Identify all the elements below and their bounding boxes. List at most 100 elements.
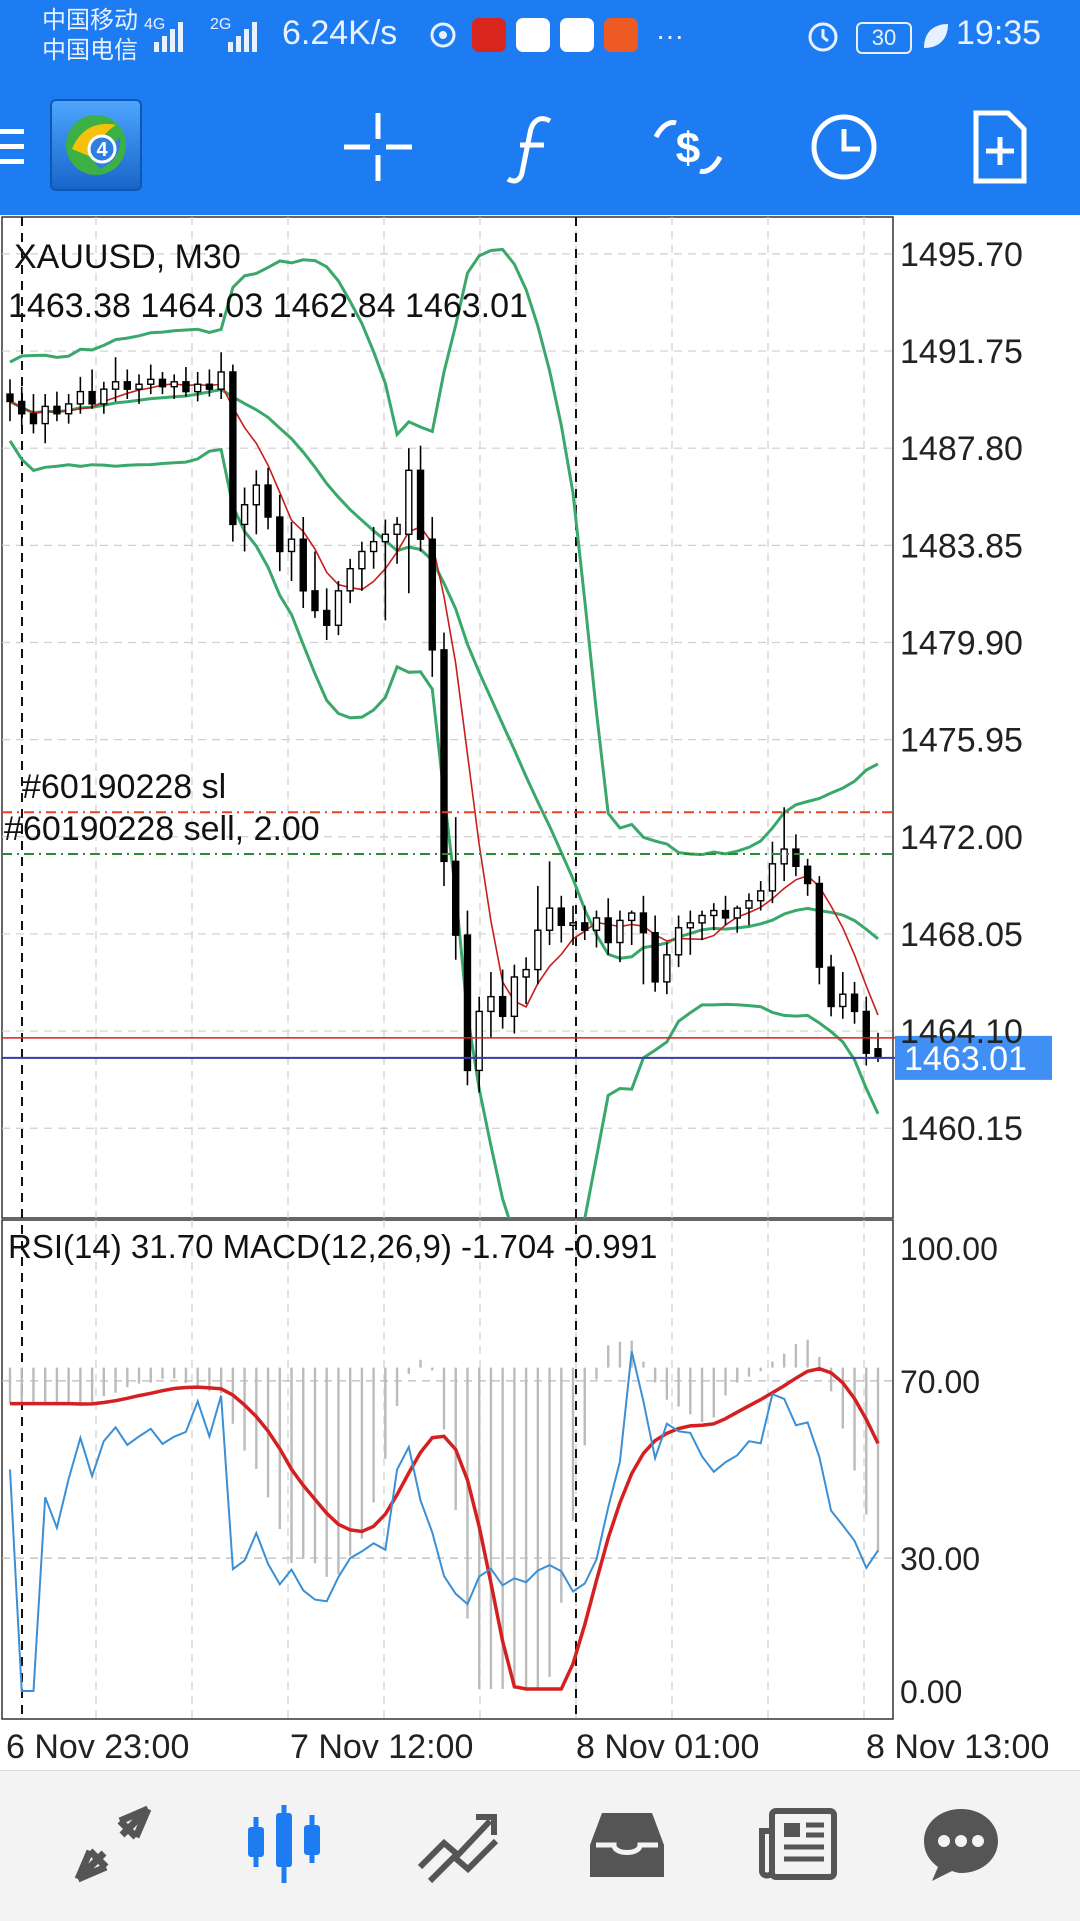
menu-icon[interactable] bbox=[0, 107, 34, 187]
chart-icon[interactable] bbox=[240, 1801, 326, 1887]
candle-body bbox=[135, 383, 143, 390]
indicator-window: RSI(14) 31.70 MACD(12,26,9) -1.704 -0.99… bbox=[2, 1228, 893, 1692]
indicator-tick-label: 100.00 bbox=[900, 1231, 998, 1267]
price-chart[interactable]: #60190228 sl#60190228 sell, 2.001463.01X… bbox=[0, 215, 1080, 1770]
indicator-tick-label: 70.00 bbox=[900, 1364, 980, 1400]
candle-body bbox=[416, 469, 425, 540]
candle-body bbox=[627, 912, 636, 922]
candle-body bbox=[827, 966, 835, 1008]
candle-body bbox=[463, 934, 472, 1072]
time-tick-label: 8 Nov 13:00 bbox=[866, 1728, 1049, 1766]
candle-body bbox=[123, 381, 131, 390]
news-icon[interactable] bbox=[756, 1801, 842, 1887]
candle-body bbox=[217, 371, 225, 390]
order-line-label: #60190228 sl bbox=[22, 768, 226, 806]
candle-body bbox=[792, 848, 800, 867]
candle-body bbox=[393, 523, 401, 535]
trade-icon[interactable]: $ bbox=[648, 107, 728, 187]
indicators-icon[interactable] bbox=[494, 107, 574, 187]
new-order-icon[interactable] bbox=[960, 107, 1040, 187]
quotes-icon[interactable] bbox=[70, 1801, 156, 1887]
indicator-tick-label: 30.00 bbox=[900, 1541, 980, 1577]
candle-body bbox=[545, 907, 554, 931]
candle-body bbox=[698, 914, 706, 924]
candle-body bbox=[616, 919, 624, 944]
candle-body bbox=[815, 882, 824, 968]
ohlc-values: 1463.38 1464.03 1462.84 1463.01 bbox=[8, 287, 528, 325]
candle-body bbox=[475, 1010, 483, 1072]
candle-body bbox=[651, 932, 659, 983]
candle-body bbox=[498, 995, 507, 1018]
candle-body bbox=[53, 405, 61, 415]
network-speed: 6.24K/s bbox=[282, 14, 398, 52]
candle-body bbox=[405, 469, 413, 535]
candle-body bbox=[428, 538, 436, 651]
candle-body bbox=[240, 504, 249, 526]
more-notifications: ··· bbox=[656, 20, 684, 51]
candle-body bbox=[18, 400, 26, 415]
candle-body bbox=[111, 381, 120, 390]
candle-body bbox=[440, 649, 448, 863]
candle-body bbox=[803, 865, 812, 885]
chat-icon[interactable] bbox=[918, 1801, 1004, 1887]
trade-nav-icon[interactable] bbox=[414, 1801, 500, 1887]
metatrader-logo[interactable]: 4 bbox=[50, 99, 142, 191]
candle-body bbox=[287, 538, 296, 553]
price-tick-label: 1464.10 bbox=[900, 1013, 1023, 1051]
candle-body bbox=[710, 909, 718, 917]
candle-body bbox=[252, 484, 261, 506]
time-tick-label: 8 Nov 01:00 bbox=[576, 1728, 759, 1766]
candle-body bbox=[358, 550, 366, 570]
candle-body bbox=[299, 538, 307, 592]
toolbar: 4 $ bbox=[0, 75, 1080, 215]
candle-body bbox=[229, 371, 237, 526]
chart-grid bbox=[1, 216, 894, 1720]
candle-body bbox=[323, 609, 331, 626]
candle-body bbox=[639, 912, 648, 934]
crosshair-icon[interactable] bbox=[338, 107, 418, 187]
candle-body bbox=[768, 863, 777, 892]
svg-text:$: $ bbox=[676, 124, 700, 173]
svg-text:4: 4 bbox=[96, 139, 108, 161]
candle-body bbox=[757, 890, 765, 902]
candle-body bbox=[41, 405, 49, 425]
candle-body bbox=[850, 993, 859, 1013]
status-bar: 中国移动 中国电信 4G 2G 6.24K/s ··· 30 19:35 bbox=[0, 0, 1080, 75]
netease-app-icon bbox=[472, 18, 506, 52]
time-tick-label: 7 Nov 12:00 bbox=[290, 1728, 473, 1766]
candle-body bbox=[369, 540, 378, 553]
candle-body bbox=[663, 954, 671, 983]
order-line-label: #60190228 sell, 2.00 bbox=[4, 810, 320, 848]
candle-body bbox=[205, 383, 214, 390]
carrier-1: 中国移动 bbox=[42, 7, 138, 34]
candle-body bbox=[311, 590, 319, 612]
time-tick-label: 6 Nov 23:00 bbox=[6, 1728, 189, 1766]
price-tick-label: 1468.05 bbox=[900, 916, 1023, 954]
sina-app-icon bbox=[516, 18, 550, 52]
candle-body bbox=[158, 378, 167, 388]
price-tick-label: 1491.75 bbox=[900, 333, 1023, 371]
chart-overlays: #60190228 sl#60190228 sell, 2.001463.01X… bbox=[2, 238, 1052, 1080]
candle-body bbox=[64, 403, 73, 415]
battery-indicator: 30 bbox=[856, 22, 912, 54]
candle-body bbox=[147, 378, 155, 385]
candle-body bbox=[839, 993, 847, 1008]
candle-body bbox=[100, 388, 108, 405]
candle-body bbox=[6, 393, 14, 403]
chart-area[interactable]: #60190228 sl #60190228 sell, 2.00 1463.01 X… bbox=[0, 215, 1080, 1770]
candle-body bbox=[29, 413, 38, 425]
price-tick-label: 1487.80 bbox=[900, 430, 1023, 468]
candle-body bbox=[721, 909, 730, 919]
candle-body bbox=[862, 1010, 870, 1054]
history-icon[interactable] bbox=[584, 1801, 670, 1887]
timeframe-clock-icon[interactable] bbox=[804, 107, 884, 187]
candle-body bbox=[264, 484, 272, 518]
price-tick-label: 1483.85 bbox=[900, 527, 1023, 565]
candle-body bbox=[733, 907, 741, 919]
news-app-icon bbox=[604, 18, 638, 52]
signal-1-icon bbox=[154, 22, 183, 52]
price-tick-label: 1460.15 bbox=[900, 1110, 1023, 1148]
candle-body bbox=[557, 907, 565, 927]
candle-body bbox=[592, 917, 601, 931]
price-tick-label: 1495.70 bbox=[900, 236, 1023, 274]
